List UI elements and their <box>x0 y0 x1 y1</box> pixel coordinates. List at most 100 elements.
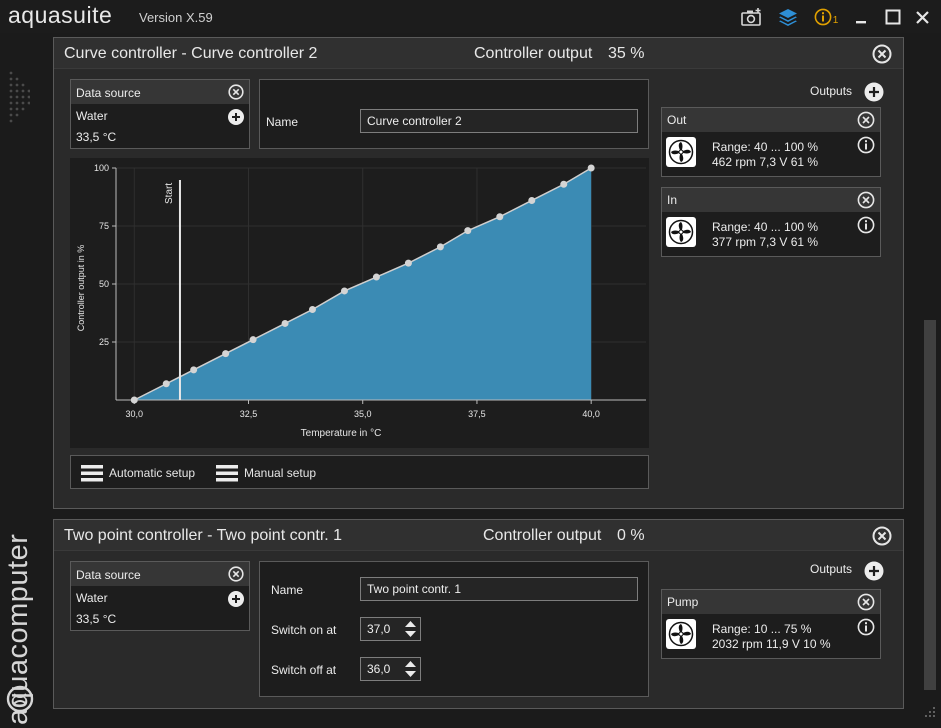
curve-point <box>308 306 316 314</box>
x-tick-label: 37,5 <box>468 409 486 419</box>
controller-output-value: 35 % <box>608 45 645 62</box>
remove-output-button[interactable] <box>857 111 875 129</box>
remove-output-button[interactable] <box>857 191 875 209</box>
y-tick-label: 50 <box>99 279 109 289</box>
curve-point <box>372 273 380 281</box>
curve-point <box>528 196 536 204</box>
collapse-arrows-icon[interactable] <box>8 63 30 133</box>
start-label: Start <box>164 183 175 204</box>
curve-point <box>190 366 198 374</box>
curve-point <box>222 350 230 358</box>
output-card-in: In Range: 40 ... 100 % 377 rpm 7,3 V 61 … <box>661 187 881 257</box>
outputs-label: Outputs <box>810 562 853 576</box>
add-output-button[interactable] <box>864 82 884 102</box>
info-icon[interactable] <box>857 136 875 154</box>
fan-icon <box>666 217 696 247</box>
name-label: Name <box>271 583 304 597</box>
output-card-header: Out <box>662 108 880 132</box>
menu-icon <box>81 465 103 482</box>
remove-output-button[interactable] <box>857 593 875 611</box>
add-output-button[interactable] <box>864 561 884 581</box>
y-tick-label: 25 <box>99 337 109 347</box>
close-panel-button[interactable] <box>872 44 892 64</box>
switch-on-label: Switch on at <box>271 623 337 637</box>
data-source-name: Water <box>76 109 108 123</box>
output-card-header: In <box>662 188 880 212</box>
layers-icon[interactable] <box>776 6 800 28</box>
info-icon[interactable] <box>857 618 875 636</box>
switch-on-input[interactable]: 37,0 <box>360 617 402 641</box>
app-name: aquasuite <box>8 2 113 28</box>
output-range: Range: 10 ... 75 % <box>712 622 812 636</box>
data-source-box: Data source Water 33,5 °C <box>70 561 250 631</box>
y-tick-label: 100 <box>94 163 109 173</box>
data-source-label: Data source <box>76 86 141 100</box>
manual-setup-button[interactable]: Manual setup <box>216 462 316 484</box>
data-source-header: Data source <box>71 562 249 586</box>
data-source-name: Water <box>76 591 108 605</box>
x-tick-label: 35,0 <box>354 409 372 419</box>
curve-point <box>464 227 472 235</box>
output-range: Range: 40 ... 100 % <box>712 140 819 154</box>
fan-icon <box>666 137 696 167</box>
switch-on-stepper[interactable]: 37,0 <box>360 617 421 641</box>
stepper-arrows[interactable] <box>402 617 421 641</box>
curve-point <box>496 213 504 221</box>
curve-controller-header: Curve controller - Curve controller 2 Co… <box>54 38 903 69</box>
controller-output-label: Controller output <box>483 527 602 544</box>
curve-point <box>162 380 170 388</box>
close-panel-button[interactable] <box>872 526 892 546</box>
curve-controller-panel: Curve controller - Curve controller 2 Co… <box>53 37 904 509</box>
controller-output-value: 0 % <box>617 527 645 544</box>
add-source-button[interactable] <box>228 591 244 607</box>
y-tick-label: 75 <box>99 221 109 231</box>
info-icon[interactable] <box>857 216 875 234</box>
x-tick-label: 40,0 <box>582 409 600 419</box>
info-icon[interactable]: 1 <box>811 6 841 28</box>
automatic-setup-button[interactable]: Automatic setup <box>81 462 195 484</box>
fan-icon <box>666 619 696 649</box>
automatic-setup-label: Automatic setup <box>109 466 196 480</box>
output-card-header: Pump <box>662 590 880 614</box>
switch-off-stepper[interactable]: 36,0 <box>360 657 421 681</box>
remove-source-button[interactable] <box>228 566 244 582</box>
name-input[interactable]: Curve controller 2 <box>360 109 638 133</box>
screenshot-icon[interactable] <box>740 6 764 28</box>
output-range: Range: 40 ... 100 % <box>712 220 819 234</box>
maximize-icon[interactable] <box>882 6 904 28</box>
output-stats: 2032 rpm 11,9 V 10 % <box>712 637 831 651</box>
x-tick-label: 32,5 <box>240 409 258 419</box>
curve-point <box>130 396 138 404</box>
curve-point <box>249 336 257 344</box>
add-source-button[interactable] <box>228 109 244 125</box>
stepper-arrows[interactable] <box>402 657 421 681</box>
switch-off-label: Switch off at <box>271 663 337 677</box>
two-point-controller-panel: Two point controller - Two point contr. … <box>53 519 904 709</box>
output-card-pump: Pump Range: 10 ... 75 % 2032 rpm 11,9 V … <box>661 589 881 659</box>
panel-title: Two point controller - Two point contr. … <box>64 527 343 544</box>
x-tick-label: 30,0 <box>126 409 144 419</box>
two-point-controller-header: Two point controller - Two point contr. … <box>54 520 903 551</box>
curve-point <box>404 259 412 267</box>
output-name: Out <box>667 113 687 127</box>
curve-chart-svg[interactable]: 30,0 32,5 35,0 37,5 40,0 25 50 75 100 Start Temper… <box>70 158 649 448</box>
info-count: 1 <box>832 14 839 26</box>
minimize-icon[interactable] <box>851 6 871 28</box>
output-name: In <box>667 193 678 207</box>
data-source-label: Data source <box>76 568 141 582</box>
resize-grip-icon[interactable] <box>918 700 940 722</box>
curve-point <box>281 319 289 327</box>
curve-chart[interactable]: 30,0 32,5 35,0 37,5 40,0 25 50 75 100 Start Temper… <box>70 158 649 448</box>
name-input[interactable]: Two point contr. 1 <box>360 577 638 601</box>
outputs-label: Outputs <box>810 84 853 98</box>
remove-source-button[interactable] <box>228 84 244 100</box>
output-stats: 377 rpm 7,3 V 61 % <box>712 235 819 249</box>
output-stats: 462 rpm 7,3 V 61 % <box>712 155 819 169</box>
panel-title: Curve controller - Curve controller 2 <box>64 45 318 62</box>
setup-bar: Automatic setup Manual setup <box>70 455 649 489</box>
scrollbar-thumb[interactable] <box>924 320 936 690</box>
close-icon[interactable] <box>912 6 932 28</box>
app-window: aquasuite Version X.59 1 aquacomputer Cu… <box>0 0 941 728</box>
switch-off-input[interactable]: 36,0 <box>360 657 402 681</box>
settings-box: Name Two point contr. 1 Switch on at 37,… <box>259 561 649 697</box>
